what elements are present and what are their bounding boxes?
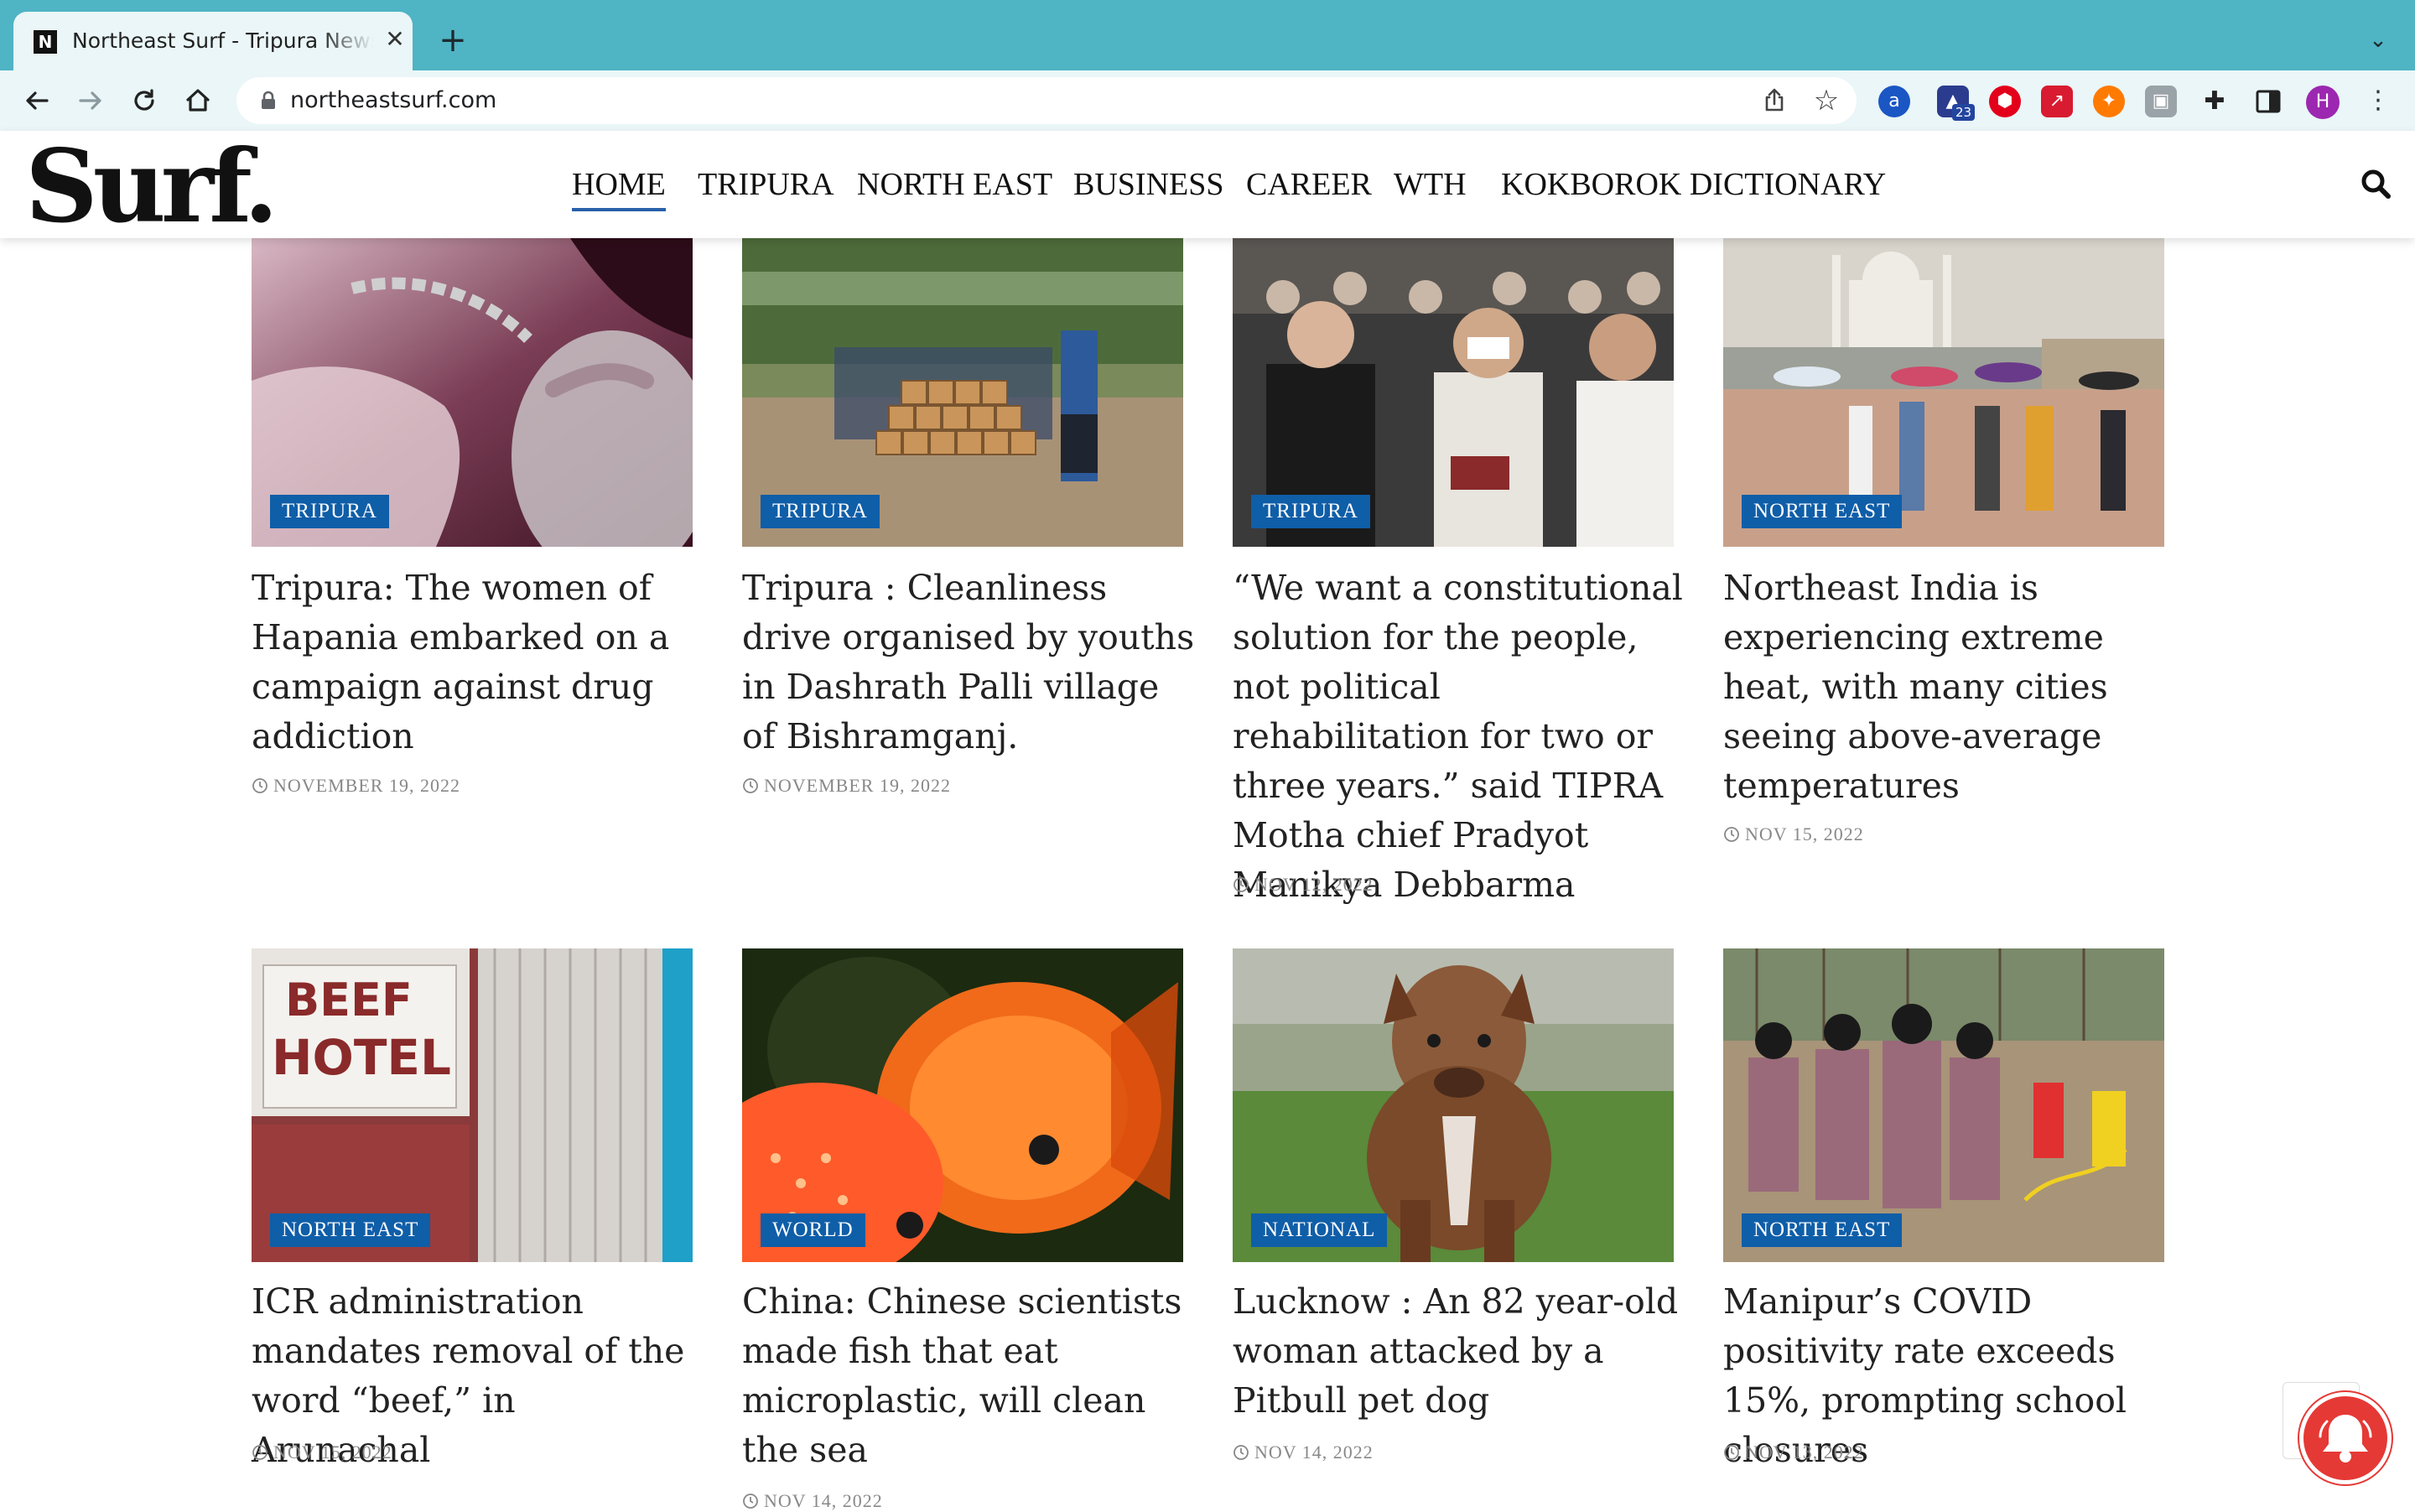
browser-menu-icon[interactable]: ⋮ [2363,84,2393,117]
article-date-text: NOV 14, 2022 [1254,1442,1374,1463]
clock-icon [743,1494,758,1509]
article-date: NOV 15, 2022 [252,1442,392,1463]
category-badge[interactable]: NATIONAL [1251,1213,1388,1247]
clock-icon [1233,877,1249,892]
category-badge[interactable]: TRIPURA [270,495,389,528]
category-badge[interactable]: NORTH EAST [270,1213,431,1247]
article-title[interactable]: Northeast India is experiencing extreme … [1723,564,2176,811]
article-date: NOVEMBER 19, 2022 [742,775,951,797]
bell-icon [2319,1415,2372,1463]
nav-wth[interactable]: WTH [1394,161,1467,208]
share-icon[interactable] [1759,86,1789,116]
category-badge[interactable]: TRIPURA [1251,495,1370,528]
clock-icon [252,778,267,793]
clock-icon [252,1445,267,1460]
nav-tripura[interactable]: TRIPURA [698,161,834,208]
site-logo[interactable]: Surf. [25,132,278,242]
article-date: NOV 13, 2022 [1723,1442,1864,1463]
forward-icon[interactable] [74,84,107,117]
article-title[interactable]: Lucknow : An 82 year-old woman attacked … [1233,1277,1685,1426]
article-date-text: NOV 12, 2022 [1254,874,1374,895]
extension-fire-icon[interactable]: ✦ [2093,86,2125,117]
extension-gray-icon[interactable]: ▣ [2145,86,2177,117]
article-title[interactable]: “We want a constitutional solution for t… [1233,564,1685,910]
back-icon[interactable] [20,84,54,117]
browser-toolbar: northeastsurf.com ☆ a ▲ 23 ⬢ ↗ ✦ ▣ ✚ H ⋮ [0,70,2415,131]
article-date-text: NOV 14, 2022 [764,1490,883,1511]
browser-tab[interactable]: N Northeast Surf - Tripura News, Northea… [13,12,413,70]
tab-title: Northeast Surf - Tripura News, Northeast… [72,29,374,53]
article-date: NOVEMBER 19, 2022 [252,775,460,797]
image-sign-line-2: HOTEL [272,1029,451,1086]
clock-icon [1724,1445,1739,1460]
article-date: NOV 12, 2022 [1233,874,1374,896]
article-date: NOV 14, 2022 [1233,1442,1374,1463]
clock-icon [1724,827,1739,842]
side-panel-icon[interactable] [2252,86,2284,117]
reload-icon[interactable] [127,84,161,117]
article-date-text: NOVEMBER 19, 2022 [764,775,951,796]
category-badge[interactable]: NORTH EAST [1742,495,1903,528]
site-favicon-icon: N [34,30,57,54]
article-date-text: NOVEMBER 19, 2022 [273,775,460,796]
nav-home[interactable]: HOME [572,161,666,211]
browser-tab-strip: N Northeast Surf - Tripura News, Northea… [0,0,2415,70]
nav-north-east[interactable]: NORTH EAST [857,161,1052,208]
url-text[interactable]: northeastsurf.com [290,86,496,116]
lock-icon[interactable] [257,89,280,112]
article-date-text: NOV 15, 2022 [1745,824,1864,844]
extension-a-icon[interactable]: a [1878,86,1910,117]
profile-avatar[interactable]: H [2306,86,2340,119]
category-badge[interactable]: NORTH EAST [1742,1213,1903,1247]
category-badge[interactable]: TRIPURA [761,495,880,528]
site-header: Surf. HOME TRIPURA NORTH EAST BUSINESS C… [0,131,2415,242]
article-title[interactable]: Tripura : Cleanliness drive organised by… [742,564,1195,761]
article-date: NOV 15, 2022 [1723,824,1864,845]
nav-business[interactable]: BUSINESS [1073,161,1224,208]
article-title[interactable]: Tripura: The women of Hapania embarked o… [252,564,704,761]
clock-icon [1233,1445,1249,1460]
nav-career[interactable]: CAREER [1246,161,1372,208]
article-title[interactable]: China: Chinese scientists made fish that… [742,1277,1195,1475]
home-icon[interactable] [181,84,215,117]
notification-bell-button[interactable] [2299,1392,2392,1484]
address-bar[interactable]: northeastsurf.com ☆ [236,77,1857,124]
extension-graduation-icon[interactable]: ▲ 23 [1937,86,1976,121]
extension-shield-icon[interactable]: ⬢ [1989,86,2021,117]
article-date-text: NOV 15, 2022 [273,1442,392,1463]
article-date: NOV 14, 2022 [742,1490,883,1512]
extension-badge: 23 [1952,104,1976,121]
article-date-text: NOV 13, 2022 [1745,1442,1864,1463]
tab-search-chevron-icon[interactable]: ⌄ [2361,23,2395,57]
extension-arrow-icon[interactable]: ↗ [2041,86,2073,117]
clock-icon [743,778,758,793]
search-icon[interactable] [2358,166,2395,203]
star-icon[interactable]: ☆ [1810,84,1843,117]
category-badge[interactable]: WORLD [761,1213,865,1247]
extensions-icon[interactable]: ✚ [2199,86,2231,117]
image-sign-line-1: BEEF [285,974,413,1026]
nav-kokborok-dictionary[interactable]: KOKBOROK DICTIONARY [1501,161,1886,208]
new-tab-button[interactable]: + [434,22,471,59]
tab-close-icon[interactable]: ✕ [381,25,409,54]
